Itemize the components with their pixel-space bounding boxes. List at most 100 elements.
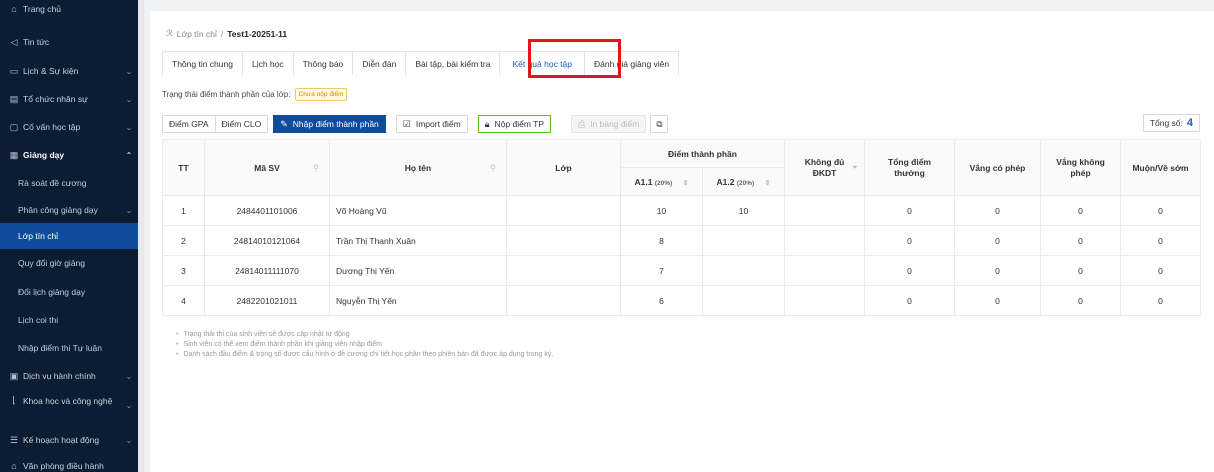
sidebar-item-activity-plan[interactable]: ☰ Kế hoạch hoạt động ⌄ (0, 427, 138, 453)
tab-assignments[interactable]: Bài tập, bài kiểm tra (405, 51, 501, 75)
cell-student-id: 24814010121064 (204, 225, 330, 256)
cell-excused: 0 (954, 195, 1042, 226)
cell-full-name: Võ Hoàng Vũ (329, 195, 507, 226)
filter-icon[interactable]: ⏷ (852, 163, 858, 173)
tab-general-info[interactable]: Thông tin chung (162, 51, 243, 75)
col-a12-weight: (20%) (736, 179, 755, 187)
total-value: 4 (1186, 117, 1193, 129)
sidebar-item-exam-proctor[interactable]: Lịch coi thi (0, 307, 138, 333)
import-label: Import điểm (415, 119, 461, 129)
list-icon: ☰ (9, 434, 19, 445)
note-item: Trạng thái thi của sinh viên sẽ được cập… (176, 330, 553, 340)
sidebar-item-office[interactable]: ⌂ Văn phòng điều hành (0, 453, 138, 472)
sidebar-item-label: Lịch & Sự kiện (23, 66, 79, 76)
chevron-up-icon: ⌃ (125, 150, 133, 160)
enter-grades-button[interactable]: ✎ Nhập điểm thành phần (273, 115, 386, 133)
col-student-id-label: Mã SV (254, 162, 280, 173)
tab-announcements[interactable]: Thông báo (292, 51, 354, 75)
cell-a12: 10 (701, 195, 786, 226)
col-class: Lớp (506, 139, 621, 196)
sidebar-item-label: Kế hoạch hoạt động (23, 435, 100, 445)
sidebar-item-news[interactable]: ◁ Tin tức (0, 29, 138, 55)
col-bonus: Tổng điểm thưởng (864, 139, 956, 196)
submit-grades-label: Nộp điểm TP (494, 119, 544, 129)
cell-excused: 0 (954, 255, 1042, 286)
col-a12-label: A1.2 (716, 176, 735, 187)
copy-icon: ⧉ (656, 118, 663, 129)
printer-icon: ⎙ (577, 118, 586, 129)
sidebar-item-label: Đổi lịch giảng dạy (18, 287, 86, 297)
gpa-button[interactable]: Điểm GPA (162, 115, 216, 133)
chevron-down-icon: ⌄ (125, 122, 133, 132)
cell-a12 (701, 285, 786, 316)
sidebar-item-teaching-assignment[interactable]: Phân công giảng dạy ⌄ (0, 197, 138, 223)
chevron-down-icon: ⌄ (125, 66, 133, 76)
sidebar-item-credit-class[interactable]: Lớp tín chỉ (0, 223, 138, 249)
sort-icon[interactable]: ⇕ (765, 180, 771, 187)
sidebar-item-calendar[interactable]: ▭ Lịch & Sự kiện ⌄ (0, 58, 138, 84)
chart-icon: ⌊ (12, 395, 16, 405)
note-item: Sinh viên có thể xem điểm thành phần khi… (176, 340, 553, 350)
cell-tt: 2 (162, 225, 205, 256)
sidebar-item-essay-grades[interactable]: Nhập điểm thi Tự luận (0, 335, 138, 361)
table-row: 2 24814010121064 Trần Thị Thanh Xuân 8 0… (162, 225, 1202, 256)
col-tt: TT (162, 139, 205, 196)
grades-table: TT Mã SV ⚲ Họ tên ⚲ Lớp Điểm thành phần … (162, 139, 1202, 316)
status-badge: Chưa nộp điểm (294, 88, 348, 101)
col-excused-absence: Vắng có phép (954, 139, 1042, 196)
col-a12[interactable]: A1.2 (20%) ⇕ (701, 167, 786, 196)
cell-bonus: 0 (864, 285, 956, 316)
submit-grades-button[interactable]: 🔒︎ Nộp điểm TP (477, 115, 551, 133)
cell-full-name: Dương Thị Yến (329, 255, 507, 286)
tab-schedule[interactable]: Lịch học (241, 51, 294, 75)
print-button[interactable]: ⎙ In bảng điểm (570, 115, 647, 133)
cell-class (506, 225, 621, 256)
main-content: ℛ Lớp tín chỉ / Test1-20251-11 Thông tin… (150, 11, 1214, 472)
cell-class (506, 255, 621, 286)
sidebar-item-label: Giảng dạy (23, 150, 65, 160)
col-late: Muộn/Về sớm (1120, 139, 1202, 196)
sidebar-item-reschedule[interactable]: Đổi lịch giảng dạy (0, 279, 138, 305)
edit-icon: ✎ (280, 118, 288, 129)
sidebar-item-syllabus-review[interactable]: Rà soát đề cương (0, 170, 138, 196)
sidebar-item-admin-services[interactable]: ▣ Dịch vụ hành chính ⌄ (0, 363, 138, 389)
grade-status-label: Trạng thái điểm thành phần của lớp: (162, 90, 291, 99)
sidebar-item-label: Dịch vụ hành chính (23, 371, 96, 381)
col-bonus-label: Tổng điểm thưởng (888, 156, 931, 178)
col-ineligible-label: Không đủ ĐKDT (804, 156, 845, 178)
search-icon[interactable]: ⚲ (490, 163, 496, 172)
cell-a11: 10 (620, 195, 703, 226)
enter-grades-label: Nhập điểm thành phần (292, 119, 379, 129)
sidebar-item-home[interactable]: ⌂ Trang chủ (0, 0, 138, 22)
table-row: 3 24814011111070 Dương Thị Yến 7 0 0 0 0 (162, 255, 1202, 286)
search-icon[interactable]: ⚲ (313, 163, 319, 172)
sidebar-scrollbar[interactable] (138, 0, 144, 472)
col-a11-label: A1.1 (634, 176, 653, 187)
sidebar-item-science-tech[interactable]: ⌊ Khoa học và công nghệ ⌄ (0, 389, 138, 423)
sidebar-item-hour-conversion[interactable]: Quy đổi giờ giảng (0, 250, 138, 276)
copy-button[interactable]: ⧉ (650, 115, 669, 133)
grade-status: Trạng thái điểm thành phần của lớp: Chưa… (162, 88, 348, 101)
cell-late: 0 (1120, 255, 1202, 286)
cell-a12 (701, 225, 786, 256)
sidebar-item-label: Rà soát đề cương (18, 178, 87, 188)
col-a11[interactable]: A1.1 (20%) ⇕ (620, 167, 703, 196)
clo-button[interactable]: Điểm CLO (214, 115, 269, 133)
sidebar-item-label: Tin tức (23, 37, 50, 47)
cell-student-id: 2482201021011 (204, 285, 330, 316)
col-a11-weight: (20%) (654, 179, 673, 187)
breadcrumb: ℛ Lớp tín chỉ / Test1-20251-11 (166, 28, 287, 39)
cell-ineligible (784, 225, 866, 256)
import-button[interactable]: ☑ Import điểm (395, 115, 468, 133)
cell-unexcused: 0 (1040, 195, 1122, 226)
sidebar-item-advisor[interactable]: ▢ Cố vấn học tập ⌄ (0, 114, 138, 140)
lock-icon: 🔒︎ (484, 118, 490, 129)
cell-late: 0 (1120, 285, 1202, 316)
sort-icon[interactable]: ⇕ (683, 180, 689, 187)
sidebar-item-teaching[interactable]: ▦ Giảng dạy ⌃ (0, 142, 138, 168)
col-component-grades: Điểm thành phần (619, 139, 786, 168)
sidebar-item-hr[interactable]: ▤ Tổ chức nhân sự ⌄ (0, 86, 138, 112)
breadcrumb-parent[interactable]: Lớp tín chỉ (177, 29, 217, 39)
tab-forum[interactable]: Diễn đàn (352, 51, 407, 75)
sidebar-item-label: Tổ chức nhân sự (23, 94, 88, 104)
